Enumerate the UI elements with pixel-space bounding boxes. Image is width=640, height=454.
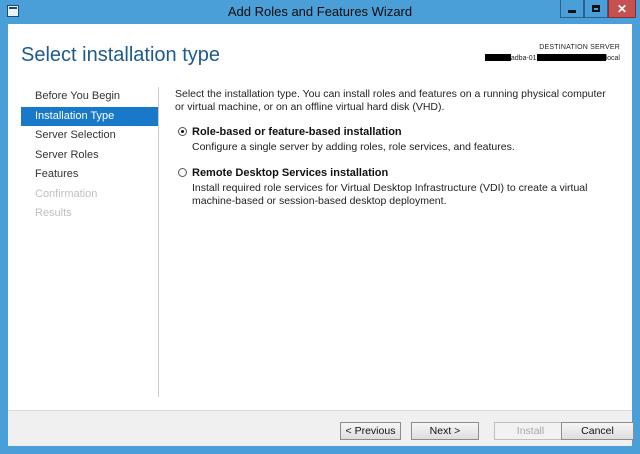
- nav-item-results: Results: [35, 207, 72, 219]
- remote-desktop-label[interactable]: Remote Desktop Services installation: [192, 167, 615, 179]
- next-button[interactable]: Next >: [411, 422, 479, 440]
- role-based-label[interactable]: Role-based or feature-based installation: [192, 126, 615, 138]
- redaction-bar: [484, 54, 511, 61]
- role-based-radio[interactable]: [178, 127, 187, 136]
- server-name-suffix: local: [605, 55, 620, 62]
- option-remote-desktop[interactable]: Remote Desktop Services installation Ins…: [175, 167, 615, 208]
- role-based-description: Configure a single server by adding role…: [192, 141, 515, 153]
- wizard-client-area: Select installation type DESTINATION SER…: [8, 24, 634, 446]
- wizard-step-navigation: Before You Begin Installation Type Serve…: [21, 87, 159, 397]
- install-button: Install: [494, 422, 567, 440]
- redaction-bar: [536, 54, 606, 61]
- wizard-window: Add Roles and Features Wizard ✕ Select i…: [0, 0, 640, 454]
- close-icon: ✕: [616, 1, 628, 16]
- nav-item-before-you-begin[interactable]: Before You Begin: [21, 87, 158, 107]
- remote-desktop-radio[interactable]: [178, 168, 187, 177]
- minimize-icon: [568, 10, 576, 13]
- title-bar[interactable]: Add Roles and Features Wizard ✕: [0, 0, 640, 24]
- option-role-based[interactable]: Role-based or feature-based installation…: [175, 126, 615, 154]
- cancel-button[interactable]: Cancel: [561, 422, 634, 440]
- nav-item-server-roles[interactable]: Server Roles: [21, 146, 158, 166]
- minimize-button[interactable]: [560, 0, 584, 18]
- window-title: Add Roles and Features Wizard: [227, 4, 413, 19]
- nav-item-features[interactable]: Features: [21, 165, 158, 185]
- nav-item-installation-type[interactable]: Installation Type: [21, 106, 158, 126]
- remote-desktop-description: Install required role services for Virtu…: [192, 182, 588, 207]
- destination-server-name: adba-01 local: [484, 54, 620, 62]
- installation-type-description: Select the installation type. You can in…: [175, 88, 606, 113]
- previous-button[interactable]: < Previous: [340, 422, 401, 440]
- page-title: Select installation type: [21, 44, 221, 66]
- maximize-button[interactable]: [584, 0, 608, 18]
- nav-item-confirmation: Confirmation: [35, 187, 98, 200]
- maximize-icon: [592, 5, 600, 12]
- wizard-header: Select installation type DESTINATION SER…: [8, 24, 632, 86]
- nav-item-server-selection[interactable]: Server Selection: [21, 126, 158, 146]
- main-content: Select the installation type. You can in…: [175, 88, 615, 208]
- close-button[interactable]: ✕: [608, 0, 636, 18]
- destination-server-label: DESTINATION SERVER: [539, 44, 620, 51]
- wizard-footer: < Previous Next > Install Cancel: [8, 410, 634, 446]
- server-name-part: adba-01: [510, 55, 537, 62]
